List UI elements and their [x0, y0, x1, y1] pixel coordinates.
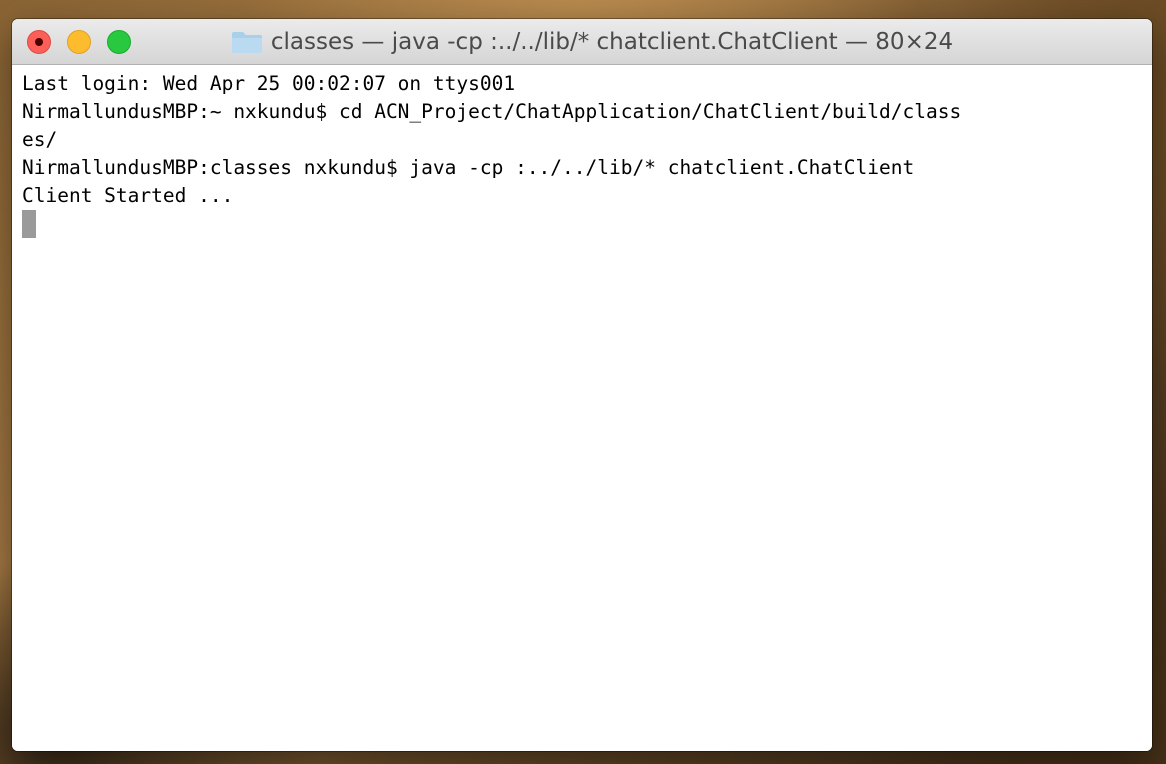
terminal-line: Client Started ...: [22, 184, 234, 207]
folder-icon: [231, 32, 262, 53]
terminal-output[interactable]: Last login: Wed Apr 25 00:02:07 on ttys0…: [12, 65, 1152, 751]
terminal-window: classes — java -cp :../../lib/* chatclie…: [12, 19, 1152, 751]
terminal-line: Last login: Wed Apr 25 00:02:07 on ttys0…: [22, 72, 516, 95]
desktop-background: classes — java -cp :../../lib/* chatclie…: [0, 0, 1166, 764]
terminal-line: es/: [22, 128, 58, 151]
terminal-line: NirmallundusMBP:classes nxkundu$ java -c…: [22, 156, 915, 179]
terminal-line: NirmallundusMBP:~ nxkundu$ cd ACN_Projec…: [22, 100, 962, 123]
window-title-container: classes — java -cp :../../lib/* chatclie…: [12, 19, 1152, 65]
title-bar[interactable]: classes — java -cp :../../lib/* chatclie…: [12, 19, 1152, 65]
text-cursor: [22, 210, 36, 238]
window-title: classes — java -cp :../../lib/* chatclie…: [270, 29, 954, 55]
terminal-cursor-line: [22, 210, 1142, 238]
